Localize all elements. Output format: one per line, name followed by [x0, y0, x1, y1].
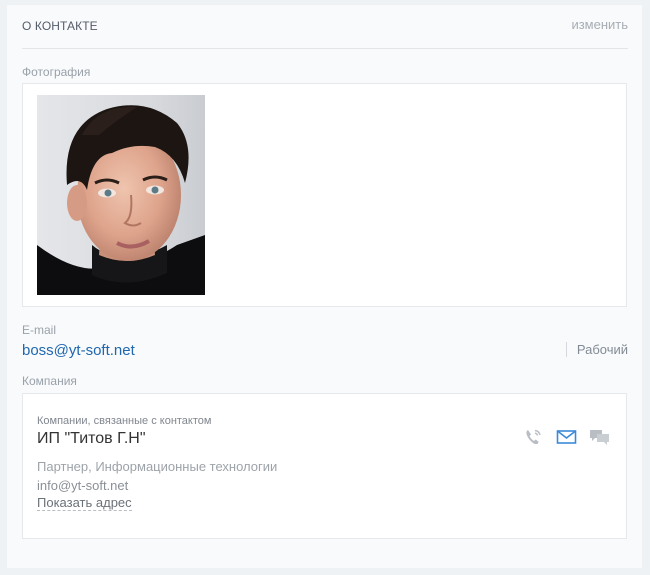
section-title: О КОНТАКТЕ	[22, 19, 98, 33]
photo-container	[22, 83, 627, 307]
mail-icon[interactable]	[556, 428, 577, 446]
phone-icon[interactable]	[523, 428, 544, 446]
email-type: Рабочий	[565, 342, 628, 357]
portrait-image	[37, 95, 205, 295]
show-address-link[interactable]: Показать адрес	[37, 495, 132, 511]
company-name[interactable]: ИП "Титов Г.Н"	[37, 430, 146, 448]
edit-link[interactable]: изменить	[571, 17, 628, 32]
chat-icon[interactable]	[589, 428, 610, 446]
contact-info-card: О КОНТАКТЕ изменить Фотография E-mail bo…	[7, 5, 642, 568]
divider	[22, 48, 628, 49]
company-label: Компания	[22, 374, 77, 388]
email-label: E-mail	[22, 323, 57, 337]
company-card: Компании, связанные с контактом ИП "Тито…	[22, 393, 627, 539]
email-link[interactable]: boss@yt-soft.net	[22, 342, 135, 359]
photo-label: Фотография	[22, 65, 91, 79]
company-description: Партнер, Информационные технологии	[37, 459, 278, 474]
contact-photo	[37, 95, 205, 295]
company-email[interactable]: info@yt-soft.net	[37, 478, 128, 493]
company-caption: Компании, связанные с контактом	[37, 415, 212, 427]
company-actions	[523, 428, 610, 446]
